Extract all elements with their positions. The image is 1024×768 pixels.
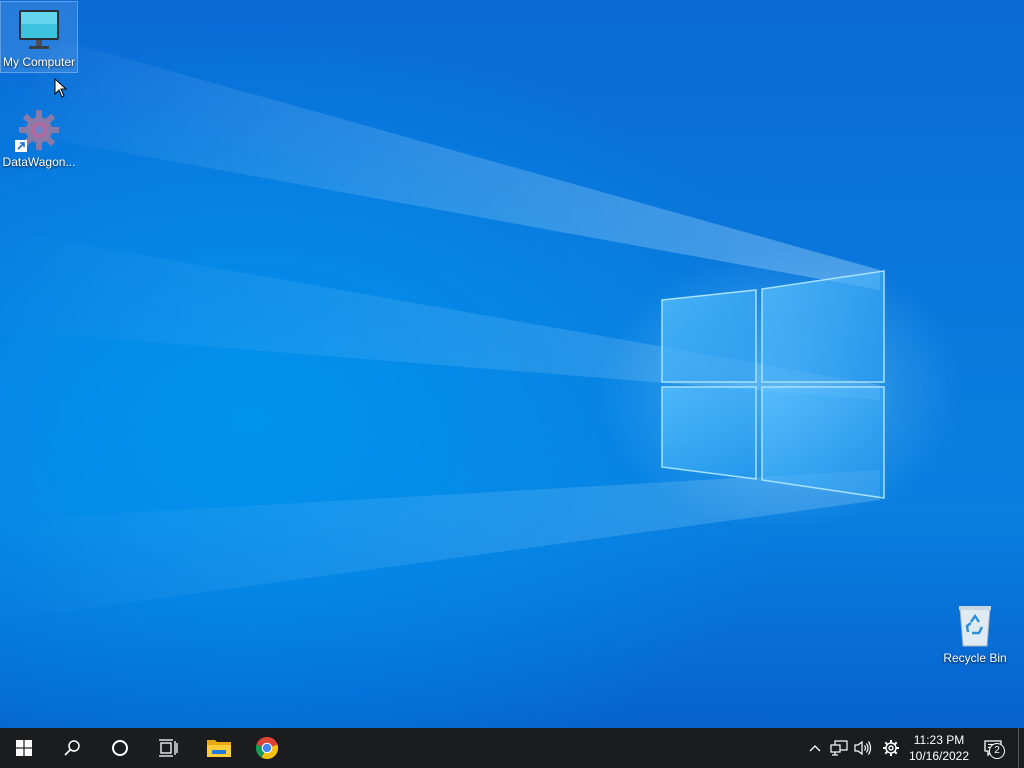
clock-time: 11:23 PM <box>913 733 965 747</box>
clock-date: 10/16/2022 <box>908 749 970 763</box>
network-button[interactable] <box>828 728 850 768</box>
search-button[interactable] <box>48 728 96 768</box>
monitor-icon <box>15 6 63 54</box>
desktop[interactable]: My Computer DataWagon... Recycle Bin <box>0 0 1024 728</box>
volume-icon <box>854 740 872 756</box>
chevron-up-icon <box>809 745 821 752</box>
gear-app-icon <box>15 106 63 154</box>
task-view-button[interactable] <box>144 728 192 768</box>
action-center-button[interactable]: 2 <box>982 728 1005 768</box>
desktop-icon-datawagon[interactable]: DataWagon... <box>1 102 77 174</box>
desktop-icon-label: My Computer <box>2 55 76 69</box>
desktop-icon-my-computer[interactable]: My Computer <box>0 1 78 73</box>
gear-icon <box>883 740 899 756</box>
show-hidden-icons-button[interactable] <box>806 728 824 768</box>
mouse-pointer-icon <box>54 78 68 98</box>
windows-logo-icon <box>16 740 32 756</box>
desktop-icon-recycle-bin[interactable]: Recycle Bin <box>937 598 1013 668</box>
taskbar: 11:23 PM 10/16/2022 2 <box>0 728 1024 768</box>
folder-icon <box>207 740 231 757</box>
taskbar-file-explorer[interactable] <box>195 728 243 768</box>
chrome-icon <box>255 736 279 760</box>
taskbar-chrome[interactable] <box>243 728 291 768</box>
task-view-icon <box>159 739 178 757</box>
desktop-icon-label: DataWagon... <box>2 155 76 169</box>
search-icon <box>64 740 80 756</box>
show-desktop-button[interactable] <box>1018 728 1024 768</box>
desktop-icon-label: Recycle Bin <box>943 651 1007 665</box>
notification-count-badge: 2 <box>989 743 1005 759</box>
taskbar-clock[interactable]: 11:23 PM 10/16/2022 <box>904 728 974 768</box>
settings-tray-button[interactable] <box>879 728 903 768</box>
wallpaper-windows-logo <box>661 270 885 499</box>
volume-button[interactable] <box>852 728 874 768</box>
recycle-bin-icon <box>951 602 999 650</box>
cortana-button[interactable] <box>96 728 144 768</box>
network-icon <box>830 740 848 756</box>
cortana-circle-icon <box>112 740 128 756</box>
wallpaper-light-beams <box>0 40 880 620</box>
start-button[interactable] <box>0 728 48 768</box>
